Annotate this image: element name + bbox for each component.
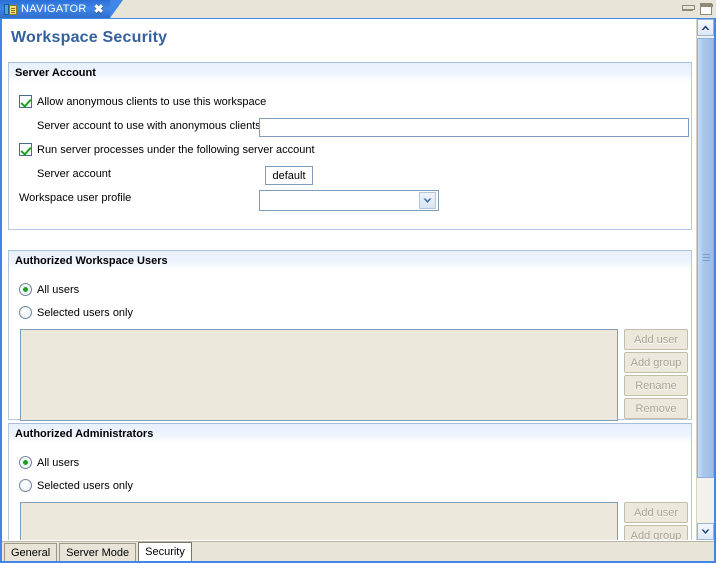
ws-users-remove-button[interactable]: Remove <box>624 398 688 419</box>
scroll-up-icon[interactable] <box>697 19 714 36</box>
ws-users-rename-button[interactable]: Rename <box>624 375 688 396</box>
ws-users-radio-selected[interactable] <box>19 306 32 319</box>
user-profile-label-row: Workspace user profile <box>19 192 131 204</box>
view-tab-strip: NAVIGATOR ✖ <box>0 0 716 18</box>
admins-radio-selected[interactable] <box>19 479 32 492</box>
ws-users-radio-selected-label: Selected users only <box>37 306 133 319</box>
section-body-server-account: Allow anonymous clients to use this work… <box>9 83 691 229</box>
section-authorized-administrators: Authorized Administrators All users Sele… <box>8 423 692 540</box>
server-account-label: Server account <box>37 168 111 180</box>
anon-account-input[interactable] <box>259 118 689 137</box>
section-body-authorized-workspace-users: All users Selected users only Add user A… <box>9 271 691 421</box>
anon-account-label: Server account to use with anonymous cli… <box>37 120 261 132</box>
ws-users-radio-all-row[interactable]: All users <box>19 283 79 296</box>
workspace-user-profile-combo[interactable] <box>259 190 439 211</box>
section-authorized-workspace-users: Authorized Workspace Users All users Sel… <box>8 250 692 421</box>
admins-add-user-button[interactable]: Add user <box>624 502 688 523</box>
section-header-authorized-workspace-users: Authorized Workspace Users <box>9 251 691 271</box>
run-under-account-label: Run server processes under the following… <box>37 143 315 156</box>
ws-users-add-group-button[interactable]: Add group <box>624 352 688 373</box>
section-header-server-account: Server Account <box>9 63 691 83</box>
vertical-scrollbar[interactable] <box>696 19 714 540</box>
admins-radio-selected-label: Selected users only <box>37 479 133 492</box>
allow-anonymous-label: Allow anonymous clients to use this work… <box>37 95 267 108</box>
admins-listbox[interactable] <box>20 502 618 540</box>
bottom-tab-bar: General Server Mode Security <box>2 541 714 561</box>
section-header-authorized-administrators: Authorized Administrators <box>9 424 691 444</box>
ws-users-radio-all-label: All users <box>37 283 80 296</box>
ws-users-add-user-button[interactable]: Add user <box>624 329 688 350</box>
scroll-viewport: Workspace Security Server Account Allow … <box>2 19 696 540</box>
maximize-icon[interactable] <box>700 3 713 15</box>
navigator-icon <box>4 3 17 16</box>
window-controls <box>682 3 713 15</box>
server-account-input[interactable] <box>265 166 313 185</box>
run-under-account-checkbox[interactable] <box>19 143 32 156</box>
tab-general[interactable]: General <box>4 543 58 561</box>
run-under-account-row[interactable]: Run server processes under the following… <box>19 143 315 156</box>
client-area: Workspace Security Server Account Allow … <box>0 18 716 563</box>
section-server-account: Server Account Allow anonymous clients t… <box>8 62 692 230</box>
ws-users-radio-all[interactable] <box>19 283 32 296</box>
admins-radio-all-row[interactable]: All users <box>19 456 79 469</box>
server-account-label-row: Server account <box>37 168 111 180</box>
section-body-authorized-administrators: All users Selected users only Add user A… <box>9 444 691 540</box>
admins-add-group-button[interactable]: Add group <box>624 525 688 540</box>
ws-users-radio-selected-row[interactable]: Selected users only <box>19 306 133 319</box>
workspace-security-window: NAVIGATOR ✖ Workspace Security Server Ac… <box>0 0 716 563</box>
ws-users-listbox[interactable] <box>20 329 618 421</box>
page-title: Workspace Security <box>11 29 168 46</box>
tab-security[interactable]: Security <box>138 542 192 561</box>
allow-anonymous-checkbox[interactable] <box>19 95 32 108</box>
tab-server-mode[interactable]: Server Mode <box>59 543 137 561</box>
view-tab-navigator[interactable]: NAVIGATOR ✖ <box>0 0 123 18</box>
scroll-down-icon[interactable] <box>697 523 714 540</box>
allow-anonymous-row[interactable]: Allow anonymous clients to use this work… <box>19 95 266 108</box>
scrollbar-grip-icon <box>703 254 710 262</box>
admins-radio-selected-row[interactable]: Selected users only <box>19 479 133 492</box>
admins-radio-all[interactable] <box>19 456 32 469</box>
admins-radio-all-label: All users <box>37 456 80 469</box>
close-icon[interactable]: ✖ <box>94 3 104 15</box>
scrollbar-thumb[interactable] <box>697 38 714 478</box>
chevron-down-icon[interactable] <box>419 192 436 209</box>
anon-account-label-row: Server account to use with anonymous cli… <box>37 120 261 132</box>
user-profile-label: Workspace user profile <box>19 192 132 204</box>
view-tab-label: NAVIGATOR <box>21 3 87 15</box>
minimize-icon[interactable] <box>682 3 695 11</box>
